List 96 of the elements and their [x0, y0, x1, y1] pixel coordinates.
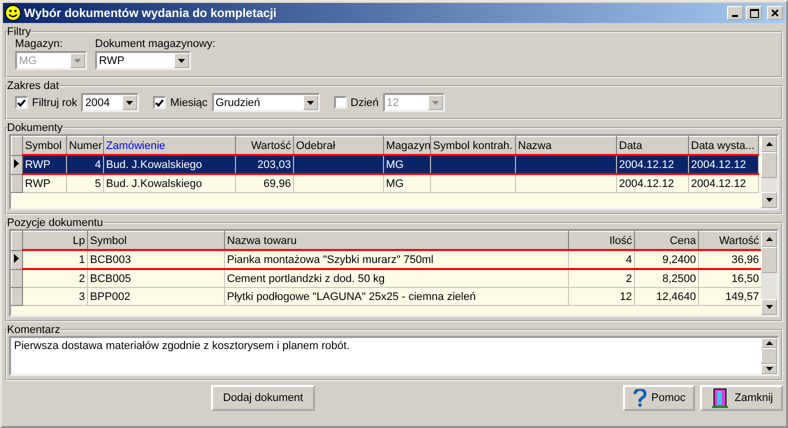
column-header[interactable]: Symbol: [88, 232, 224, 250]
scroll-down-button[interactable]: [761, 299, 777, 315]
checkbox[interactable]: [15, 96, 28, 109]
group-title: Pozycje dokumentu: [7, 217, 103, 229]
table-cell: 12,4640: [634, 288, 698, 306]
add-button[interactable]: Dodaj dokument: [211, 385, 315, 411]
table-cell: 2004.12.12: [688, 155, 758, 174]
table-cell: RWP: [22, 174, 66, 192]
column-header[interactable]: Odebrał: [294, 136, 384, 155]
down-arrow-icon: [766, 198, 772, 202]
table-cell: 69,96: [236, 174, 294, 192]
table-cell: Cement portlandzki z dod. 50 kg: [224, 269, 568, 288]
table-cell: BPP002: [88, 288, 224, 306]
table-cell: 4: [66, 155, 104, 174]
column-header[interactable]: Ilość: [568, 232, 634, 250]
scroll-up-button[interactable]: [761, 338, 777, 348]
table-cell: 203,03: [236, 155, 294, 174]
column-header[interactable]: Data wysta...: [688, 136, 758, 155]
table-row[interactable]: RWP 4 Bud. J.Kowalskiego 203,03 MG 2004.12.12 2004.12.12: [12, 155, 758, 174]
scroll-thumb[interactable]: [761, 247, 777, 273]
column-header[interactable]: Wartość: [698, 232, 762, 250]
comment-field[interactable]: Pierwsza dostawa materiałów zgodnie z kosztorysem i planem robót.: [9, 336, 779, 376]
column-header[interactable]: Wartość: [236, 136, 294, 155]
table-cell: BCB003: [88, 250, 224, 269]
table-cell: 8,2500: [634, 269, 698, 288]
table-cell: Bud. J.Kowalskiego: [104, 155, 236, 174]
dropdown[interactable]: Grudzień: [212, 93, 320, 112]
scroll-thumb[interactable]: [761, 152, 777, 178]
column-header[interactable]: Numer: [66, 136, 104, 155]
table-cell: BCB005: [88, 269, 224, 288]
table-cell: 4: [568, 250, 634, 269]
group-title: Komentarz: [7, 324, 60, 336]
table-cell: Pianka montażowa "Szybki murarz" 750ml: [224, 250, 568, 269]
table-cell: MG: [384, 155, 430, 174]
column-header[interactable]: Data: [616, 136, 688, 155]
table-row[interactable]: 1 BCB003 Pianka montażowa "Szybki murarz" 750ml 4 9,2400 36,96: [12, 250, 762, 269]
table-row[interactable]: RWP 5 Bud. J.Kowalskiego 69,96 MG 2004.12.12 2004.12.12: [12, 174, 758, 192]
question-mark-icon: [633, 389, 648, 407]
table-cell: 1: [22, 250, 88, 269]
table-cell: 149,57: [698, 288, 762, 306]
dropdown[interactable]: 2004: [81, 93, 140, 112]
column-header[interactable]: Zamówienie: [104, 136, 236, 155]
table-cell: 16,50: [698, 269, 762, 288]
scroll-down-button[interactable]: [761, 192, 777, 208]
column-header[interactable]: Nazwa: [516, 136, 616, 155]
close-button[interactable]: Zamknij: [700, 385, 783, 411]
table-row[interactable]: 2 BCB005 Cement portlandzki z dod. 50 kg 2 8,2500 16,50: [12, 269, 762, 288]
column-header[interactable]: Lp: [22, 232, 88, 250]
table-row[interactable]: 3 BPP002 Płytki podłogowe "LAGUNA" 25x25 - ciemna zieleń 12 12,4640 149,57: [12, 288, 762, 306]
window-title: Wybór dokumentów wydania do kompletacji: [24, 6, 278, 20]
table-cell: 3: [22, 288, 88, 306]
group-title: Zakres dat: [7, 80, 59, 92]
table-cell: Płytki podłogowe "LAGUNA" 25x25 - ciemna zieleń: [224, 288, 568, 306]
table-cell: 12: [568, 288, 634, 306]
up-arrow-icon: [766, 142, 772, 146]
maximize-icon: [750, 8, 758, 18]
column-header[interactable]: Symbol kontrah.: [430, 136, 516, 155]
maximize-button[interactable]: [746, 6, 762, 20]
close-button[interactable]: [767, 6, 783, 20]
down-arrow-icon: [766, 366, 772, 371]
checkbox-label[interactable]: Miesiąc: [170, 96, 208, 108]
table-cell: Bud. J.Kowalskiego: [104, 174, 236, 192]
table-cell: 2004.12.12: [616, 155, 688, 174]
dropdown[interactable]: RWP: [95, 51, 191, 70]
scroll-thumb[interactable]: [761, 348, 777, 364]
table-cell: RWP: [22, 155, 66, 174]
checkbox-label[interactable]: Filtruj rok: [32, 96, 78, 108]
group-title: Filtry: [7, 26, 31, 38]
table-cell: 2: [568, 269, 634, 288]
scroll-up-button[interactable]: [761, 136, 777, 152]
field-label: Dokument magazynowy:: [95, 38, 216, 50]
help-button[interactable]: Pomoc: [623, 385, 696, 411]
row-pointer-icon: [12, 252, 21, 264]
table-cell: MG: [384, 174, 430, 192]
table-cell: 2: [22, 269, 88, 288]
group-title: Dokumenty: [7, 122, 63, 134]
column-header[interactable]: Symbol: [22, 136, 66, 155]
minimize-button[interactable]: [727, 6, 743, 20]
field-label: Magazyn:: [15, 38, 64, 50]
table-cell: 9,2400: [634, 250, 698, 269]
checkbox[interactable]: [153, 96, 166, 109]
scroll-down-button[interactable]: [761, 364, 777, 374]
column-header[interactable]: Nazwa towaru: [224, 232, 568, 250]
column-header[interactable]: Cena: [634, 232, 698, 250]
row-pointer-icon: [12, 158, 21, 168]
up-arrow-icon: [766, 341, 772, 346]
scroll-up-button[interactable]: [761, 231, 777, 247]
smiley-icon: [5, 5, 21, 21]
door-exit-icon: [710, 388, 730, 408]
table-cell: 2004.12.12: [688, 174, 758, 192]
close-icon: [771, 9, 779, 17]
table-cell: 36,96: [698, 250, 762, 269]
table-cell: 5: [66, 174, 104, 192]
table-cell: 2004.12.12: [616, 174, 688, 192]
down-arrow-icon: [766, 305, 772, 309]
up-arrow-icon: [766, 237, 772, 241]
